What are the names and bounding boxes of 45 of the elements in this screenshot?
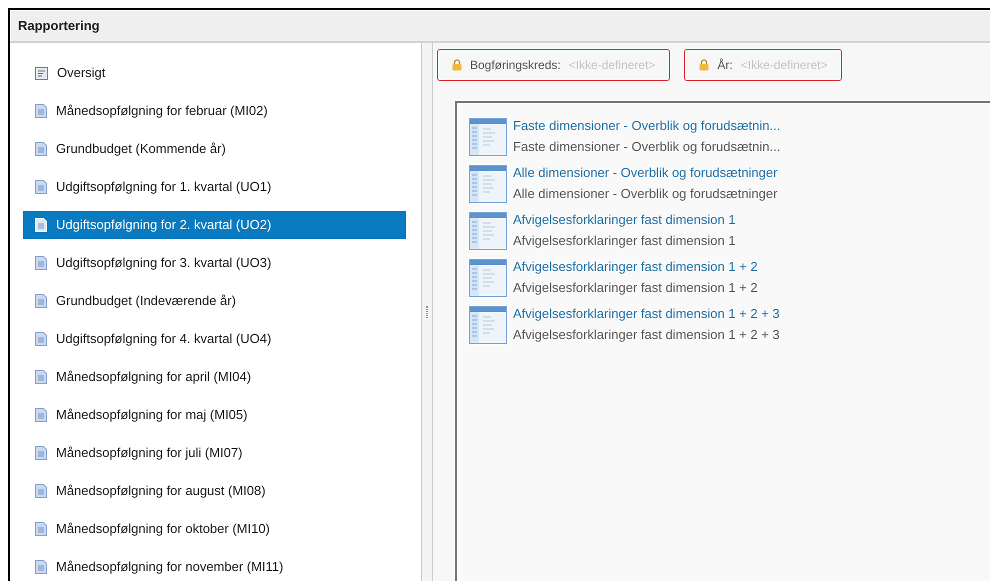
report-link[interactable]: Afvigelsesforklaringer fast dimension 1 bbox=[513, 211, 736, 229]
document-icon bbox=[35, 256, 47, 270]
sidebar-item[interactable]: Månedsopfølgning for februar (MI02) bbox=[23, 97, 406, 125]
document-icon bbox=[35, 218, 47, 232]
document-icon bbox=[35, 522, 47, 536]
report-icon bbox=[469, 164, 507, 202]
sidebar-item[interactable]: Månedsopfølgning for maj (MI05) bbox=[23, 401, 406, 429]
sidebar-item[interactable]: Grundbudget (Indeværende år) bbox=[23, 287, 406, 315]
sidebar-item[interactable]: Udgiftsopfølgning for 4. kvartal (UO4) bbox=[23, 325, 406, 353]
sidebar-item[interactable]: Månedsopfølgning for november (MI11) bbox=[23, 553, 406, 581]
sidebar-item[interactable]: Udgiftsopfølgning for 2. kvartal (UO2) bbox=[23, 211, 406, 239]
splitter[interactable] bbox=[421, 43, 433, 581]
sidebar-item[interactable]: Grundbudget (Kommende år) bbox=[23, 135, 406, 163]
report-description: Alle dimensioner - Overblik og forudsætninger bbox=[513, 185, 778, 203]
report-description: Faste dimensioner - Overblik og forudsætnin... bbox=[513, 138, 780, 156]
sidebar-item[interactable]: Månedsopfølgning for oktober (MI10) bbox=[23, 515, 406, 543]
sidebar-item[interactable]: Månedsopfølgning for august (MI08) bbox=[23, 477, 406, 505]
overview-icon bbox=[35, 66, 48, 80]
sidebar-item[interactable]: Oversigt bbox=[23, 59, 406, 87]
report-description: Afvigelsesforklaringer fast dimension 1 + 2 + 3 bbox=[513, 326, 780, 344]
report-link[interactable]: Afvigelsesforklaringer fast dimension 1 + 2 bbox=[513, 258, 758, 276]
sidebar-item[interactable]: Udgiftsopfølgning for 3. kvartal (UO3) bbox=[23, 249, 406, 277]
sidebar-item[interactable]: Månedsopfølgning for april (MI04) bbox=[23, 363, 406, 391]
document-icon bbox=[35, 370, 47, 384]
document-icon bbox=[35, 104, 47, 118]
document-icon bbox=[35, 408, 47, 422]
document-icon bbox=[35, 484, 47, 498]
document-icon bbox=[35, 294, 47, 308]
report-link[interactable]: Faste dimensioner - Overblik og forudsætnin... bbox=[513, 117, 780, 135]
document-icon bbox=[35, 446, 47, 460]
report-link[interactable]: Alle dimensioner - Overblik og forudsætninger bbox=[513, 164, 778, 182]
sidebar-item[interactable]: Månedsopfølgning for juli (MI07) bbox=[23, 439, 406, 467]
sidebar-item[interactable]: Udgiftsopfølgning for 1. kvartal (UO1) bbox=[23, 173, 406, 201]
document-icon bbox=[35, 180, 47, 194]
document-icon bbox=[35, 560, 47, 574]
report-icon bbox=[469, 118, 507, 156]
document-icon bbox=[35, 142, 47, 156]
report-link[interactable]: Afvigelsesforklaringer fast dimension 1 + 2 + 3 bbox=[513, 305, 780, 323]
document-icon bbox=[35, 332, 47, 346]
report-icon bbox=[469, 212, 507, 250]
report-icon bbox=[469, 306, 507, 344]
report-description: Afvigelsesforklaringer fast dimension 1 + 2 bbox=[513, 279, 758, 297]
report-icon bbox=[469, 258, 507, 296]
panel-title: Rapportering bbox=[18, 16, 100, 35]
report-description: Afvigelsesforklaringer fast dimension 1 bbox=[513, 232, 736, 250]
